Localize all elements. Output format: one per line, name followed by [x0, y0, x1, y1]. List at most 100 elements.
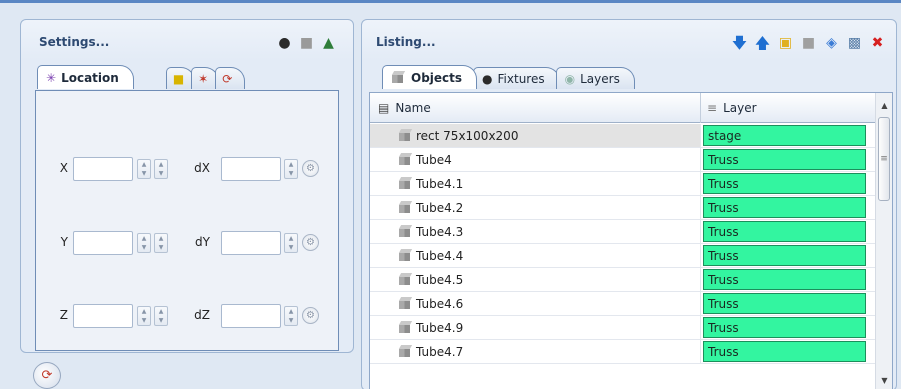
x-row: X ▲ ▼ ▲ ▼ dX ▲ ▼ ⚙: [36, 157, 340, 181]
y-spinner-fine[interactable]: ▲ ▼: [154, 233, 168, 253]
dx-label: dX: [194, 161, 210, 175]
table-row[interactable]: rect 75x100x200 stage: [370, 124, 876, 148]
dx-apply-button[interactable]: ⚙: [302, 160, 319, 177]
cube-icon: [398, 345, 413, 358]
table-row[interactable]: Tube4.4 Truss: [370, 244, 876, 268]
row-name: Tube4.3: [416, 224, 464, 239]
row-name: Tube4.7: [416, 344, 464, 359]
x-spinner-fine[interactable]: ▲ ▼: [154, 159, 168, 179]
x-label: X: [59, 161, 68, 175]
row-layer-cell[interactable]: Truss: [703, 149, 866, 170]
settings-title: Settings...: [39, 35, 110, 49]
row-layer-cell[interactable]: Truss: [703, 269, 866, 290]
row-layer-cell[interactable]: Truss: [703, 341, 866, 362]
layers-icon: ≡: [707, 101, 718, 115]
dx-spinner[interactable]: ▲ ▼: [284, 159, 298, 179]
colors-icon: ✶: [198, 71, 209, 86]
row-layer-cell[interactable]: stage: [703, 125, 866, 146]
truss-icon[interactable]: ▲: [320, 35, 337, 52]
cube-icon: [398, 153, 413, 166]
tab-objects[interactable]: Objects: [382, 65, 478, 89]
settings-header-icons: ● ■ ▲: [276, 35, 337, 52]
save-icon[interactable]: ▩: [846, 35, 863, 52]
table-row[interactable]: Tube4.7 Truss: [370, 340, 876, 364]
move-up-icon[interactable]: 🡅: [754, 35, 771, 52]
tab-location[interactable]: ✳ Location: [37, 65, 134, 89]
tab-fixtures-label: Fixtures: [497, 71, 545, 86]
tab-layers-label: Layers: [580, 71, 620, 86]
move-down-icon[interactable]: 🡇: [731, 35, 748, 52]
dx-input[interactable]: [221, 157, 281, 181]
tab-rotate[interactable]: ⟳: [215, 67, 246, 89]
y-input[interactable]: [73, 231, 133, 255]
dy-label: dY: [195, 235, 210, 249]
new-folder-icon[interactable]: ▣: [777, 35, 794, 52]
scroll-down-icon[interactable]: ▼: [876, 372, 892, 389]
column-header-name[interactable]: ▤ Name: [370, 93, 701, 123]
cube-icon[interactable]: ■: [298, 35, 315, 52]
scroll-thumb[interactable]: ≡: [878, 117, 890, 201]
row-layer-cell[interactable]: Truss: [703, 245, 866, 266]
link-icon[interactable]: ◈: [823, 35, 840, 52]
column-name-label: Name: [395, 101, 431, 115]
cube-icon: [398, 249, 413, 262]
row-name: Tube4.9: [416, 320, 464, 335]
row-layer-cell[interactable]: Truss: [703, 173, 866, 194]
tab-fixtures[interactable]: ● Fixtures: [473, 67, 560, 89]
tab-layers[interactable]: ◉ Layers: [555, 67, 635, 89]
table-row[interactable]: Tube4.3 Truss: [370, 220, 876, 244]
list-icon: ▤: [378, 101, 390, 115]
row-layer-cell[interactable]: Truss: [703, 293, 866, 314]
cube-icon: [398, 321, 413, 334]
dz-label: dZ: [194, 308, 210, 322]
layers-icon: ◉: [564, 71, 576, 86]
row-name: Tube4.5: [416, 272, 464, 287]
dy-spinner[interactable]: ▲ ▼: [284, 233, 298, 253]
y-row: Y ▲ ▼ ▲ ▼ dY ▲ ▼ ⚙: [36, 231, 340, 255]
refresh-icon: ⟳: [41, 368, 53, 383]
table-scrollbar[interactable]: ▲ ≡ ▼: [875, 93, 892, 389]
new-object-icon[interactable]: ■: [800, 35, 817, 52]
delete-icon[interactable]: ✖: [869, 35, 886, 52]
table-row[interactable]: Tube4.1 Truss: [370, 172, 876, 196]
table-row[interactable]: Tube4.6 Truss: [370, 292, 876, 316]
z-spinner-fine[interactable]: ▲ ▼: [154, 306, 168, 326]
row-name: Tube4.4: [416, 248, 464, 263]
x-input[interactable]: [73, 157, 133, 181]
z-row: Z ▲ ▼ ▲ ▼ dZ ▲ ▼ ⚙: [36, 304, 340, 328]
table-row[interactable]: Tube4.5 Truss: [370, 268, 876, 292]
dy-apply-button[interactable]: ⚙: [302, 234, 319, 251]
dz-input[interactable]: [221, 304, 281, 328]
settings-tabs: ✳ Location ■ ✶ ⟳: [37, 65, 246, 89]
listing-toolbar: 🡇 🡅 ▣ ■ ◈ ▩ ✖: [731, 35, 886, 52]
dz-spinner[interactable]: ▲ ▼: [284, 306, 298, 326]
rotate-icon: ⟳: [222, 71, 233, 86]
scroll-up-icon[interactable]: ▲: [876, 97, 892, 114]
column-header-layer[interactable]: ≡ Layer: [701, 93, 876, 123]
row-layer-cell[interactable]: Truss: [703, 317, 866, 338]
z-input[interactable]: [73, 304, 133, 328]
table-row[interactable]: Tube4.2 Truss: [370, 196, 876, 220]
window-top-border: [0, 0, 901, 3]
x-spinner[interactable]: ▲ ▼: [137, 159, 151, 179]
apply-icon: ⚙: [306, 310, 315, 321]
table-row[interactable]: Tube4.9 Truss: [370, 316, 876, 340]
apply-icon: ⚙: [306, 163, 315, 174]
row-layer-cell[interactable]: Truss: [703, 221, 866, 242]
row-name-cell: Tube4.2: [370, 196, 701, 219]
row-name: Tube4.2: [416, 200, 464, 215]
row-name-cell: Tube4.9: [370, 316, 701, 339]
dy-input[interactable]: [221, 231, 281, 255]
dz-apply-button[interactable]: ⚙: [302, 307, 319, 324]
location-axes-icon: ✳: [46, 70, 57, 85]
z-spinner[interactable]: ▲ ▼: [137, 306, 151, 326]
fixture-icon[interactable]: ●: [276, 35, 293, 52]
table-row[interactable]: Tube4 Truss: [370, 148, 876, 172]
cube-icon: [398, 225, 413, 238]
row-layer-cell[interactable]: Truss: [703, 197, 866, 218]
cube-icon: [398, 201, 413, 214]
cube-icon: [398, 273, 413, 286]
z-label: Z: [59, 308, 68, 322]
refresh-settings-button[interactable]: ⟳: [33, 362, 61, 389]
y-spinner[interactable]: ▲ ▼: [137, 233, 151, 253]
